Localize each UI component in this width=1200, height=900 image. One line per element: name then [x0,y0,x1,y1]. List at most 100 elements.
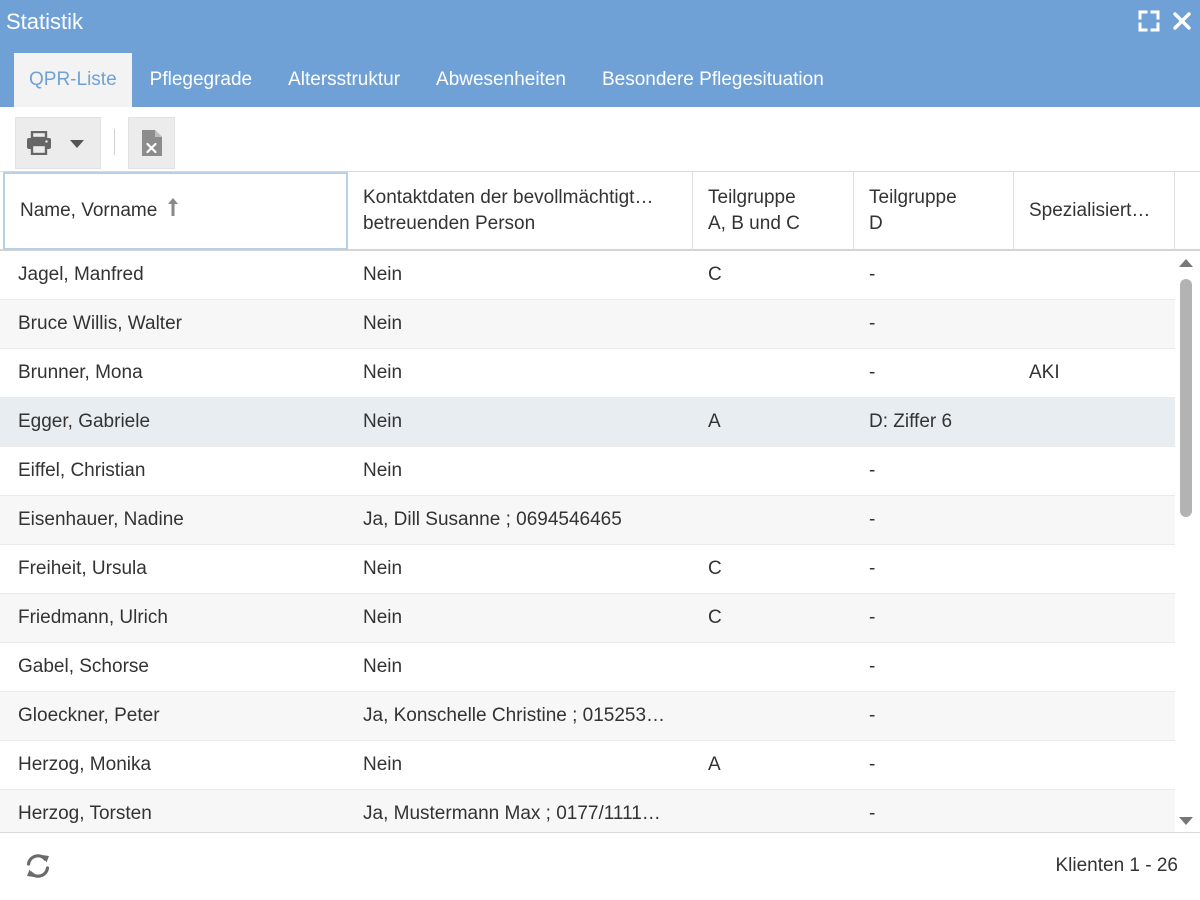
cell-kontakt: Nein [363,362,403,383]
scroll-up-arrow[interactable] [1177,256,1195,270]
table-row[interactable]: Eisenhauer, Nadine Ja, Dill Susanne ; 06… [0,496,1175,545]
cell-teilgruppe-abc: C [708,264,722,285]
cell-spezialisiert [1029,790,1164,832]
sort-ascending-icon [167,197,179,225]
cell-kontakt: Nein [363,558,403,579]
cell-teilgruppe-abc [708,300,843,348]
refresh-button[interactable] [24,852,52,880]
title-bar: Statistik QPR-Liste Pflegegrade Altersst… [0,0,1200,107]
scrollbar-thumb[interactable] [1180,279,1192,517]
cell-name: Freiheit, Ursula [18,558,147,579]
cell-teilgruppe-abc: C [708,558,722,579]
table-row[interactable]: Jagel, Manfred Nein C - [0,251,1175,300]
expand-icon [1138,10,1160,32]
cell-kontakt: Nein [363,313,403,334]
cell-teilgruppe-d: - [869,313,876,334]
cell-teilgruppe-d: - [869,656,876,677]
column-header-label: Teilgruppe A, B und C [708,187,800,234]
cell-name: Gloeckner, Peter [18,705,160,726]
cell-spezialisiert [1029,594,1164,642]
cell-teilgruppe-abc [708,643,843,691]
table-row[interactable]: Gabel, Schorse Nein - [0,643,1175,692]
grid-body: Jagel, Manfred Nein C - Bruce Willis, Wa… [0,251,1175,832]
grid-header: Name, Vorname Kontaktdaten der bevollmäc… [0,171,1200,251]
triangle-down-icon [1179,817,1193,825]
cell-kontakt: Nein [363,607,403,628]
column-header-teilgruppe-abc[interactable]: Teilgruppe A, B und C [693,172,854,250]
cell-name: Herzog, Monika [18,754,152,775]
window-title: Statistik [6,9,84,34]
maximize-button[interactable] [1137,9,1161,33]
excel-file-icon [142,130,162,156]
cell-teilgruppe-d: - [869,754,876,775]
toolbar-divider [114,129,115,155]
tab-qpr-liste[interactable]: QPR-Liste [14,53,132,107]
table-row[interactable]: Eiffel, Christian Nein - [0,447,1175,496]
cell-teilgruppe-d: - [869,460,876,481]
tab-besondere-pflegesituation[interactable]: Besondere Pflegesituation [584,53,842,107]
cell-teilgruppe-abc [708,496,843,544]
cell-spezialisiert [1029,447,1164,495]
cell-kontakt: Nein [363,754,403,775]
tab-abwesenheiten[interactable]: Abwesenheiten [418,53,584,107]
cell-spezialisiert [1029,545,1164,593]
cell-kontakt: Nein [363,411,403,432]
refresh-icon [26,854,50,878]
excel-export-button[interactable] [128,117,175,169]
cell-kontakt: Ja, Konschelle Christine ; 015253… [363,705,666,726]
record-count: Klienten 1 - 26 [1055,855,1178,876]
cell-name: Gabel, Schorse [18,656,149,677]
cell-name: Eisenhauer, Nadine [18,509,184,530]
close-button[interactable] [1170,9,1194,33]
cell-teilgruppe-abc: A [708,411,721,432]
cell-teilgruppe-abc: C [708,607,722,628]
cell-kontakt: Ja, Dill Susanne ; 0694546465 [363,509,622,530]
cell-teilgruppe-d: - [869,264,876,285]
cell-spezialisiert [1029,643,1164,691]
cell-spezialisiert: AKI [1029,362,1060,383]
cell-spezialisiert [1029,692,1164,740]
cell-name: Friedmann, Ulrich [18,607,168,628]
cell-spezialisiert [1029,741,1164,789]
print-menu-button[interactable] [15,117,101,169]
column-header-kontaktdaten[interactable]: Kontaktdaten der bevollmächtigt… betreue… [348,172,693,250]
table-row[interactable]: Freiheit, Ursula Nein C - [0,545,1175,594]
table-row[interactable]: Herzog, Monika Nein A - [0,741,1175,790]
cell-teilgruppe-abc [708,349,843,397]
column-header-label: Teilgruppe D [869,187,957,234]
scroll-down-arrow[interactable] [1177,814,1195,828]
cell-spezialisiert [1029,251,1164,299]
cell-teilgruppe-d: - [869,607,876,628]
tab-pflegegrade[interactable]: Pflegegrade [132,53,270,107]
cell-name: Brunner, Mona [18,362,143,383]
cell-kontakt: Ja, Mustermann Max ; 0177/1111… [363,803,661,824]
cell-teilgruppe-d: - [869,803,876,824]
cell-teilgruppe-abc [708,692,843,740]
cell-kontakt: Nein [363,460,403,481]
cell-teilgruppe-d: - [869,509,876,530]
column-header-teilgruppe-d[interactable]: Teilgruppe D [854,172,1014,250]
cell-spezialisiert [1029,300,1164,348]
table-row-selected[interactable]: Egger, Gabriele Nein A D: Ziffer 6 [0,398,1175,447]
table-row[interactable]: Friedmann, Ulrich Nein C - [0,594,1175,643]
toolbar [0,107,1200,171]
cell-name: Egger, Gabriele [18,411,151,432]
cell-kontakt: Nein [363,264,403,285]
cell-teilgruppe-abc [708,790,843,832]
column-header-spezialisiert[interactable]: Spezialisiert… [1014,172,1175,250]
cell-teilgruppe-d: - [869,705,876,726]
table-row[interactable]: Herzog, Torsten Ja, Mustermann Max ; 017… [0,790,1175,832]
table-row[interactable]: Brunner, Mona Nein - AKI [0,349,1175,398]
close-icon [1173,12,1191,30]
statistik-window: Statistik QPR-Liste Pflegegrade Altersst… [0,0,1200,900]
cell-kontakt: Nein [363,656,403,677]
column-header-name[interactable]: Name, Vorname [3,172,348,250]
triangle-up-icon [1179,259,1193,267]
cell-teilgruppe-abc [708,447,843,495]
grid-footer: Klienten 1 - 26 [0,832,1200,900]
caret-down-icon [70,140,84,148]
tab-altersstruktur[interactable]: Altersstruktur [270,53,418,107]
table-row[interactable]: Gloeckner, Peter Ja, Konschelle Christin… [0,692,1175,741]
table-row[interactable]: Bruce Willis, Walter Nein - [0,300,1175,349]
cell-name: Herzog, Torsten [18,803,152,824]
